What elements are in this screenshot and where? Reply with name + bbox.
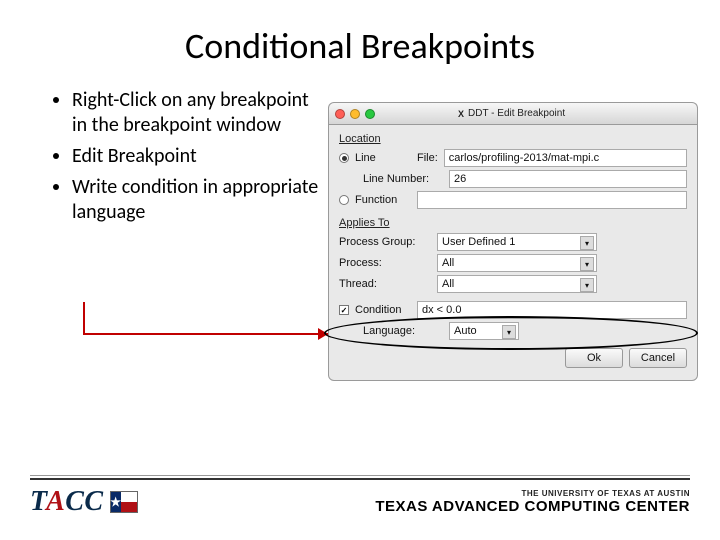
divider: [30, 475, 690, 476]
location-header: Location: [339, 133, 687, 145]
dialog-buttons: Ok Cancel: [339, 348, 687, 368]
file-label: File:: [417, 152, 438, 164]
bullet-item: Edit Breakpoint: [72, 144, 328, 169]
bullet-item: Write condition in appropriate language: [72, 175, 328, 225]
function-input[interactable]: [417, 191, 687, 209]
condition-input[interactable]: dx < 0.0: [417, 301, 687, 319]
chevron-down-icon: ▾: [502, 325, 516, 339]
thread-select[interactable]: All▾: [437, 275, 597, 293]
line-radio[interactable]: [339, 153, 349, 163]
bullet-item: Right-Click on any breakpoint in the bre…: [72, 88, 328, 138]
slide-title: Conditional Breakpoints: [48, 24, 672, 68]
minimize-icon[interactable]: [350, 109, 360, 119]
applies-section: Applies To Process Group: User Defined 1…: [339, 217, 687, 293]
chevron-down-icon: ▾: [580, 236, 594, 250]
file-input[interactable]: carlos/profiling-2013/mat-mpi.c: [444, 149, 687, 167]
line-radio-label: Line: [355, 152, 411, 164]
titlebar: X DDT - Edit Breakpoint: [328, 102, 698, 124]
x11-icon: X: [458, 109, 464, 119]
bullet-list: Right-Click on any breakpoint in the bre…: [48, 88, 328, 231]
dialog-window: X DDT - Edit Breakpoint Location Line Fi…: [328, 102, 698, 381]
cancel-button[interactable]: Cancel: [629, 348, 687, 368]
ok-button[interactable]: Ok: [565, 348, 623, 368]
line-number-input[interactable]: 26: [449, 170, 687, 188]
footer: TACC ★ THE UNIVERSITY OF TEXAS AT AUSTIN…: [0, 475, 720, 518]
chevron-down-icon: ▾: [580, 278, 594, 292]
window-title-text: DDT - Edit Breakpoint: [468, 108, 565, 119]
process-group-select[interactable]: User Defined 1▾: [437, 233, 597, 251]
function-radio[interactable]: [339, 195, 349, 205]
tacc-logo: TACC ★: [30, 486, 138, 518]
zoom-icon[interactable]: [365, 109, 375, 119]
language-label: Language:: [363, 325, 443, 337]
logo-text: A: [46, 486, 65, 517]
ut-logo: THE UNIVERSITY OF TEXAS AT AUSTIN TEXAS …: [375, 489, 690, 515]
divider: [30, 478, 690, 480]
process-label: Process:: [339, 257, 431, 269]
slide: Conditional Breakpoints Right-Click on a…: [0, 0, 720, 540]
dialog-panel: Location Line File: carlos/profiling-201…: [328, 124, 698, 381]
logo-text: T: [30, 486, 46, 517]
process-select[interactable]: All▾: [437, 254, 597, 272]
logo-text: CC: [65, 486, 103, 517]
window-title: X DDT - Edit Breakpoint: [380, 108, 691, 119]
ut-subtitle: THE UNIVERSITY OF TEXAS AT AUSTIN: [375, 489, 690, 498]
location-section: Location Line File: carlos/profiling-201…: [339, 133, 687, 209]
condition-label: Condition: [355, 304, 411, 316]
function-radio-label: Function: [355, 194, 411, 206]
callout-arrow: [78, 300, 338, 350]
applies-header: Applies To: [339, 217, 687, 229]
texas-flag-icon: ★: [110, 491, 138, 513]
language-select[interactable]: Auto▾: [449, 322, 519, 340]
condition-section: ✓ Condition dx < 0.0 Language: Auto▾: [339, 301, 687, 340]
close-icon[interactable]: [335, 109, 345, 119]
process-group-label: Process Group:: [339, 236, 431, 248]
condition-checkbox[interactable]: ✓: [339, 305, 349, 315]
chevron-down-icon: ▾: [580, 257, 594, 271]
ut-title: TEXAS ADVANCED COMPUTING CENTER: [375, 498, 690, 515]
thread-label: Thread:: [339, 278, 431, 290]
line-number-label: Line Number:: [363, 173, 443, 185]
